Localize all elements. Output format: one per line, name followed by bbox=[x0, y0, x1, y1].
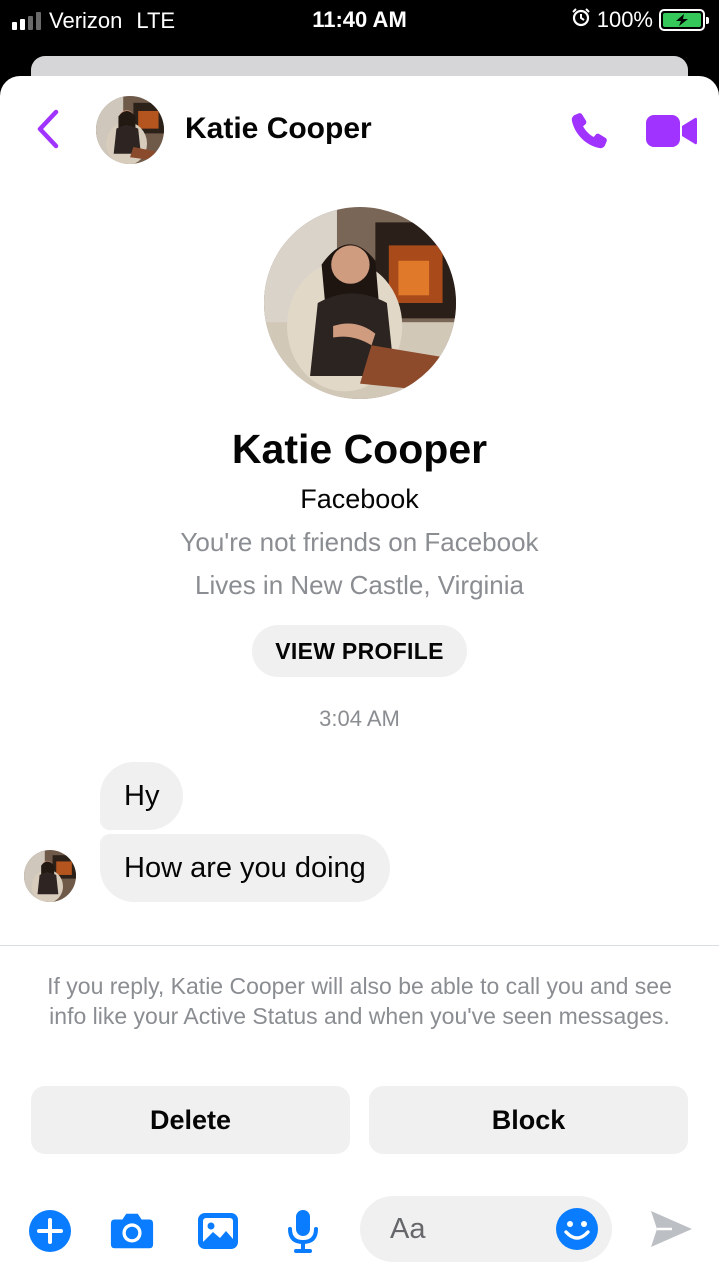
emoji-button[interactable] bbox=[554, 1206, 600, 1252]
battery-icon bbox=[659, 9, 709, 31]
video-camera-icon bbox=[646, 115, 697, 147]
profile-location: Lives in New Castle, Virginia bbox=[195, 570, 524, 600]
camera-icon bbox=[110, 1213, 154, 1249]
profile-source: Facebook bbox=[300, 484, 419, 514]
voice-record-button[interactable] bbox=[280, 1208, 326, 1254]
friend-status: You're not friends on Facebook bbox=[180, 527, 539, 557]
send-button[interactable] bbox=[648, 1206, 694, 1252]
battery-percent: 100% bbox=[596, 7, 653, 32]
message-composer bbox=[0, 1176, 719, 1279]
sender-avatar[interactable] bbox=[24, 850, 76, 902]
contact-name[interactable]: Katie Cooper bbox=[185, 112, 372, 146]
profile-avatar[interactable] bbox=[264, 207, 456, 399]
camera-button[interactable] bbox=[109, 1208, 155, 1254]
audio-call-button[interactable] bbox=[566, 108, 612, 154]
message-input-container bbox=[360, 1196, 612, 1262]
divider bbox=[0, 945, 719, 946]
back-button[interactable] bbox=[30, 104, 66, 154]
conversation-sheet: Katie Cooper Katie Cooper Facebook You'r… bbox=[0, 76, 719, 1279]
message-bubble[interactable]: How are you doing bbox=[100, 834, 390, 902]
smiley-icon bbox=[556, 1208, 598, 1250]
plus-icon bbox=[29, 1210, 71, 1252]
message-timestamp: 3:04 AM bbox=[319, 706, 400, 731]
profile-name: Katie Cooper bbox=[231, 426, 488, 472]
send-icon bbox=[651, 1211, 692, 1247]
phone-icon bbox=[571, 113, 607, 149]
alarm-icon bbox=[571, 7, 591, 33]
view-profile-button[interactable]: VIEW PROFILE bbox=[252, 625, 467, 677]
plus-button[interactable] bbox=[27, 1208, 73, 1254]
message-input[interactable] bbox=[390, 1196, 570, 1262]
microphone-icon bbox=[288, 1210, 318, 1253]
header-avatar[interactable] bbox=[96, 96, 164, 164]
video-call-button[interactable] bbox=[644, 112, 698, 150]
chat-header: Katie Cooper bbox=[0, 76, 719, 186]
block-button[interactable]: Block bbox=[369, 1086, 688, 1154]
delete-button[interactable]: Delete bbox=[31, 1086, 350, 1154]
message-request-notice: If you reply, Katie Cooper will also be … bbox=[47, 973, 672, 1029]
image-icon bbox=[198, 1213, 238, 1249]
gallery-button[interactable] bbox=[195, 1208, 241, 1254]
status-bar: Verizon LTE 11:40 AM 100% bbox=[0, 0, 719, 40]
message-bubble[interactable]: Hy bbox=[100, 762, 184, 830]
chevron-left-icon bbox=[37, 109, 59, 149]
